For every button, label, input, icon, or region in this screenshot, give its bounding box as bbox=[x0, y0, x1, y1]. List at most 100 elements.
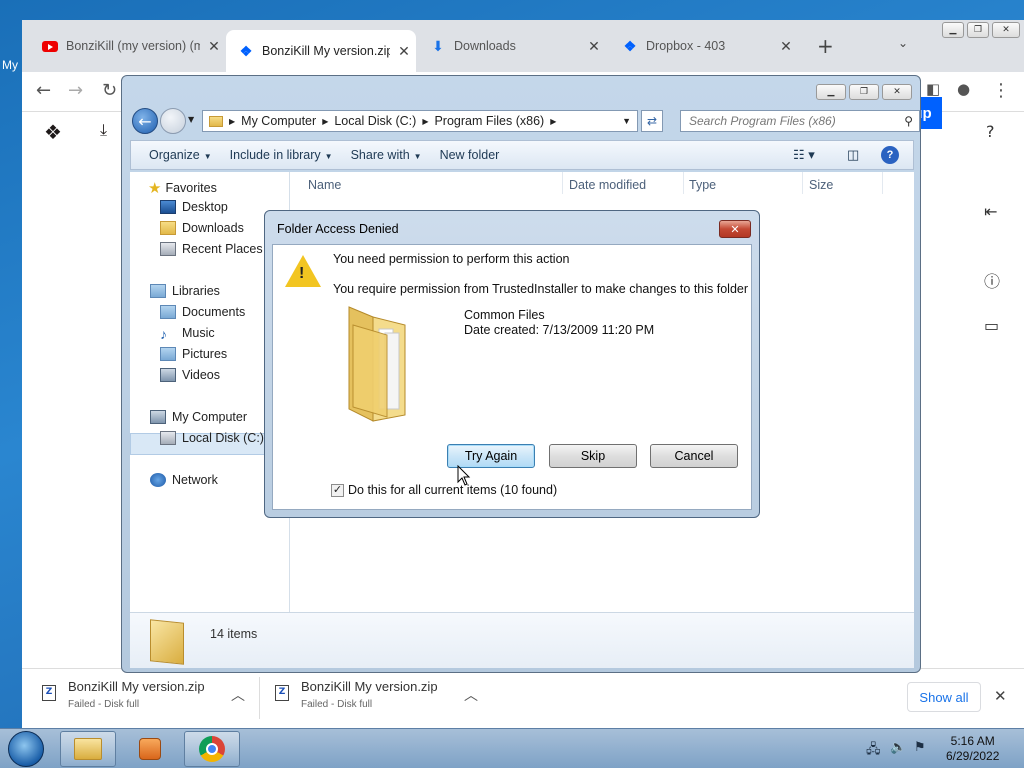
search-input[interactable]: Search Program Files (x86) ⚲ bbox=[680, 110, 920, 132]
help-icon[interactable]: ? bbox=[986, 122, 995, 141]
new-tab-button[interactable]: + bbox=[817, 34, 834, 58]
nav-item-music[interactable]: ♪ Music bbox=[160, 326, 215, 342]
column-header-name[interactable]: Name bbox=[308, 178, 341, 192]
side-panel-icon[interactable]: ◧ bbox=[926, 80, 940, 98]
music-icon: ♪ bbox=[160, 326, 167, 342]
reload-icon[interactable]: ↻ bbox=[102, 80, 117, 101]
preview-pane-icon[interactable]: ◫ bbox=[847, 147, 859, 163]
nav-item-pictures[interactable]: Pictures bbox=[160, 347, 227, 361]
tab-title: BonziKill My version.zip bbox=[262, 44, 390, 58]
info-icon[interactable]: ⓘ bbox=[984, 268, 1000, 292]
column-header-date[interactable]: Date modified bbox=[569, 178, 646, 192]
tab-downloads[interactable]: ⬇ Downloads ✕ bbox=[430, 32, 602, 60]
desktop-icon-label[interactable]: My bbox=[2, 58, 18, 72]
action-center-flag-icon[interactable]: ⚑ bbox=[914, 740, 926, 755]
download-shelf: Z BonziKill My version.zip Failed - Disk… bbox=[22, 668, 1024, 728]
chevron-right-icon[interactable]: ▶ bbox=[422, 117, 428, 126]
taskbar-explorer[interactable] bbox=[60, 731, 116, 767]
tab-dropbox-403[interactable]: ❖ Dropbox - 403 ✕ bbox=[622, 32, 794, 60]
minimize-button[interactable]: ▁ bbox=[816, 84, 846, 100]
taskbar-media-player[interactable] bbox=[122, 731, 178, 767]
system-clock[interactable]: 5:16 AM 6/29/2022 bbox=[946, 734, 999, 764]
chevron-up-icon[interactable]: ︿ bbox=[464, 685, 478, 705]
download-status: Failed - Disk full bbox=[301, 699, 373, 710]
close-button[interactable]: ✕ bbox=[719, 220, 751, 238]
volume-icon[interactable]: 🔈 bbox=[890, 740, 906, 755]
close-icon[interactable]: ✕ bbox=[206, 38, 222, 55]
close-icon[interactable]: ✕ bbox=[586, 38, 602, 55]
share-label: Share with bbox=[350, 148, 410, 162]
apply-to-all-checkbox[interactable]: ✓ bbox=[331, 483, 344, 497]
close-icon[interactable]: ✕ bbox=[778, 38, 794, 55]
address-bar[interactable]: ▶ My Computer ▶ Local Disk (C:) ▶ Progra… bbox=[202, 110, 638, 132]
download-status: Failed - Disk full bbox=[68, 699, 140, 710]
nav-label: Music bbox=[182, 326, 215, 340]
forward-button[interactable] bbox=[160, 108, 186, 134]
column-header-type[interactable]: Type bbox=[689, 178, 716, 192]
cancel-button[interactable]: Cancel bbox=[650, 444, 738, 468]
breadcrumb-item[interactable]: Local Disk (C:) bbox=[334, 114, 416, 128]
organize-label: Organize bbox=[149, 148, 200, 162]
nav-item-local-disk[interactable]: Local Disk (C:) bbox=[160, 431, 264, 445]
taskbar-chrome[interactable] bbox=[184, 731, 240, 767]
chevron-down-icon[interactable]: ▼ bbox=[622, 116, 631, 126]
include-in-library-menu[interactable]: Include in library ▼ bbox=[230, 148, 333, 162]
download-item[interactable]: Z BonziKill My version.zip Failed - Disk… bbox=[275, 679, 438, 721]
nav-item-downloads[interactable]: Downloads bbox=[160, 221, 244, 235]
breadcrumb-item[interactable]: My Computer bbox=[241, 114, 316, 128]
maximize-button[interactable]: ❐ bbox=[967, 22, 989, 38]
chevron-up-icon[interactable]: ︿ bbox=[231, 685, 245, 705]
network-tray-icon[interactable]: 🖧 bbox=[866, 740, 881, 762]
profile-icon[interactable]: ● bbox=[957, 80, 970, 98]
nav-item-libraries[interactable]: Libraries bbox=[150, 284, 220, 298]
nav-item-computer[interactable]: My Computer bbox=[150, 410, 247, 424]
refresh-button[interactable]: ⇄ bbox=[641, 110, 663, 132]
videos-icon bbox=[160, 368, 176, 382]
close-button[interactable]: ✕ bbox=[992, 22, 1020, 38]
close-button[interactable]: ✕ bbox=[882, 84, 912, 100]
comment-icon[interactable]: ▭ bbox=[984, 316, 999, 335]
nav-label: Recent Places bbox=[182, 242, 263, 256]
tab-youtube[interactable]: BonziKill (my version) (m ✕ bbox=[42, 32, 222, 60]
nav-label: Documents bbox=[182, 305, 246, 319]
maximize-button[interactable]: ❐ bbox=[849, 84, 879, 100]
nav-item-recent[interactable]: Recent Places bbox=[160, 242, 263, 256]
chevron-down-icon[interactable]: ⌄ bbox=[898, 36, 908, 50]
nav-item-documents[interactable]: Documents bbox=[160, 305, 245, 319]
close-icon[interactable]: ✕ bbox=[396, 43, 412, 60]
start-button[interactable] bbox=[8, 731, 44, 767]
dropbox-logo-icon[interactable]: ❖ bbox=[44, 120, 62, 144]
menu-icon[interactable]: ⋮ bbox=[992, 80, 1010, 101]
breadcrumb-item[interactable]: Program Files (x86) bbox=[434, 114, 544, 128]
nav-label: My Computer bbox=[172, 410, 248, 424]
chevron-right-icon[interactable]: ▶ bbox=[229, 117, 235, 126]
column-header-size[interactable]: Size bbox=[809, 178, 833, 192]
collapse-panel-icon[interactable]: ⇤ bbox=[984, 202, 997, 221]
help-icon[interactable]: ? bbox=[881, 146, 899, 164]
view-options-icon[interactable]: ☷ ▾ bbox=[793, 147, 815, 163]
skip-button[interactable]: Skip bbox=[549, 444, 637, 468]
chevron-right-icon[interactable]: ▶ bbox=[322, 117, 328, 126]
back-button[interactable]: ← bbox=[132, 108, 158, 134]
share-with-menu[interactable]: Share with ▼ bbox=[351, 148, 422, 162]
tab-zip[interactable]: ❖ BonziKill My version.zip ✕ bbox=[226, 30, 416, 72]
nav-item-favorites[interactable]: ★ Favorites bbox=[148, 179, 217, 197]
minimize-button[interactable]: ▁ bbox=[942, 22, 964, 38]
close-icon[interactable]: ✕ bbox=[994, 687, 1007, 705]
nav-item-network[interactable]: Network bbox=[150, 473, 218, 487]
tab-title: BonziKill (my version) (m bbox=[66, 39, 200, 53]
nav-item-videos[interactable]: Videos bbox=[160, 368, 220, 382]
back-arrow-icon[interactable]: ← bbox=[36, 80, 51, 101]
download-item[interactable]: Z BonziKill My version.zip Failed - Disk… bbox=[42, 679, 205, 721]
forward-arrow-icon[interactable]: → bbox=[68, 80, 83, 101]
recent-pages-dropdown[interactable]: ▼ bbox=[188, 115, 194, 124]
download-icon[interactable]: ⤓ bbox=[100, 120, 107, 140]
nav-label: Network bbox=[172, 473, 218, 487]
nav-item-desktop[interactable]: Desktop bbox=[160, 200, 228, 214]
apply-to-all-checkbox-row[interactable]: ✓ Do this for all current items (10 foun… bbox=[331, 483, 557, 497]
media-player-icon bbox=[139, 738, 161, 760]
new-folder-button[interactable]: New folder bbox=[440, 148, 500, 162]
show-all-button[interactable]: Show all bbox=[907, 682, 981, 712]
chevron-right-icon[interactable]: ▶ bbox=[550, 117, 556, 126]
organize-menu[interactable]: Organize ▼ bbox=[149, 148, 212, 162]
